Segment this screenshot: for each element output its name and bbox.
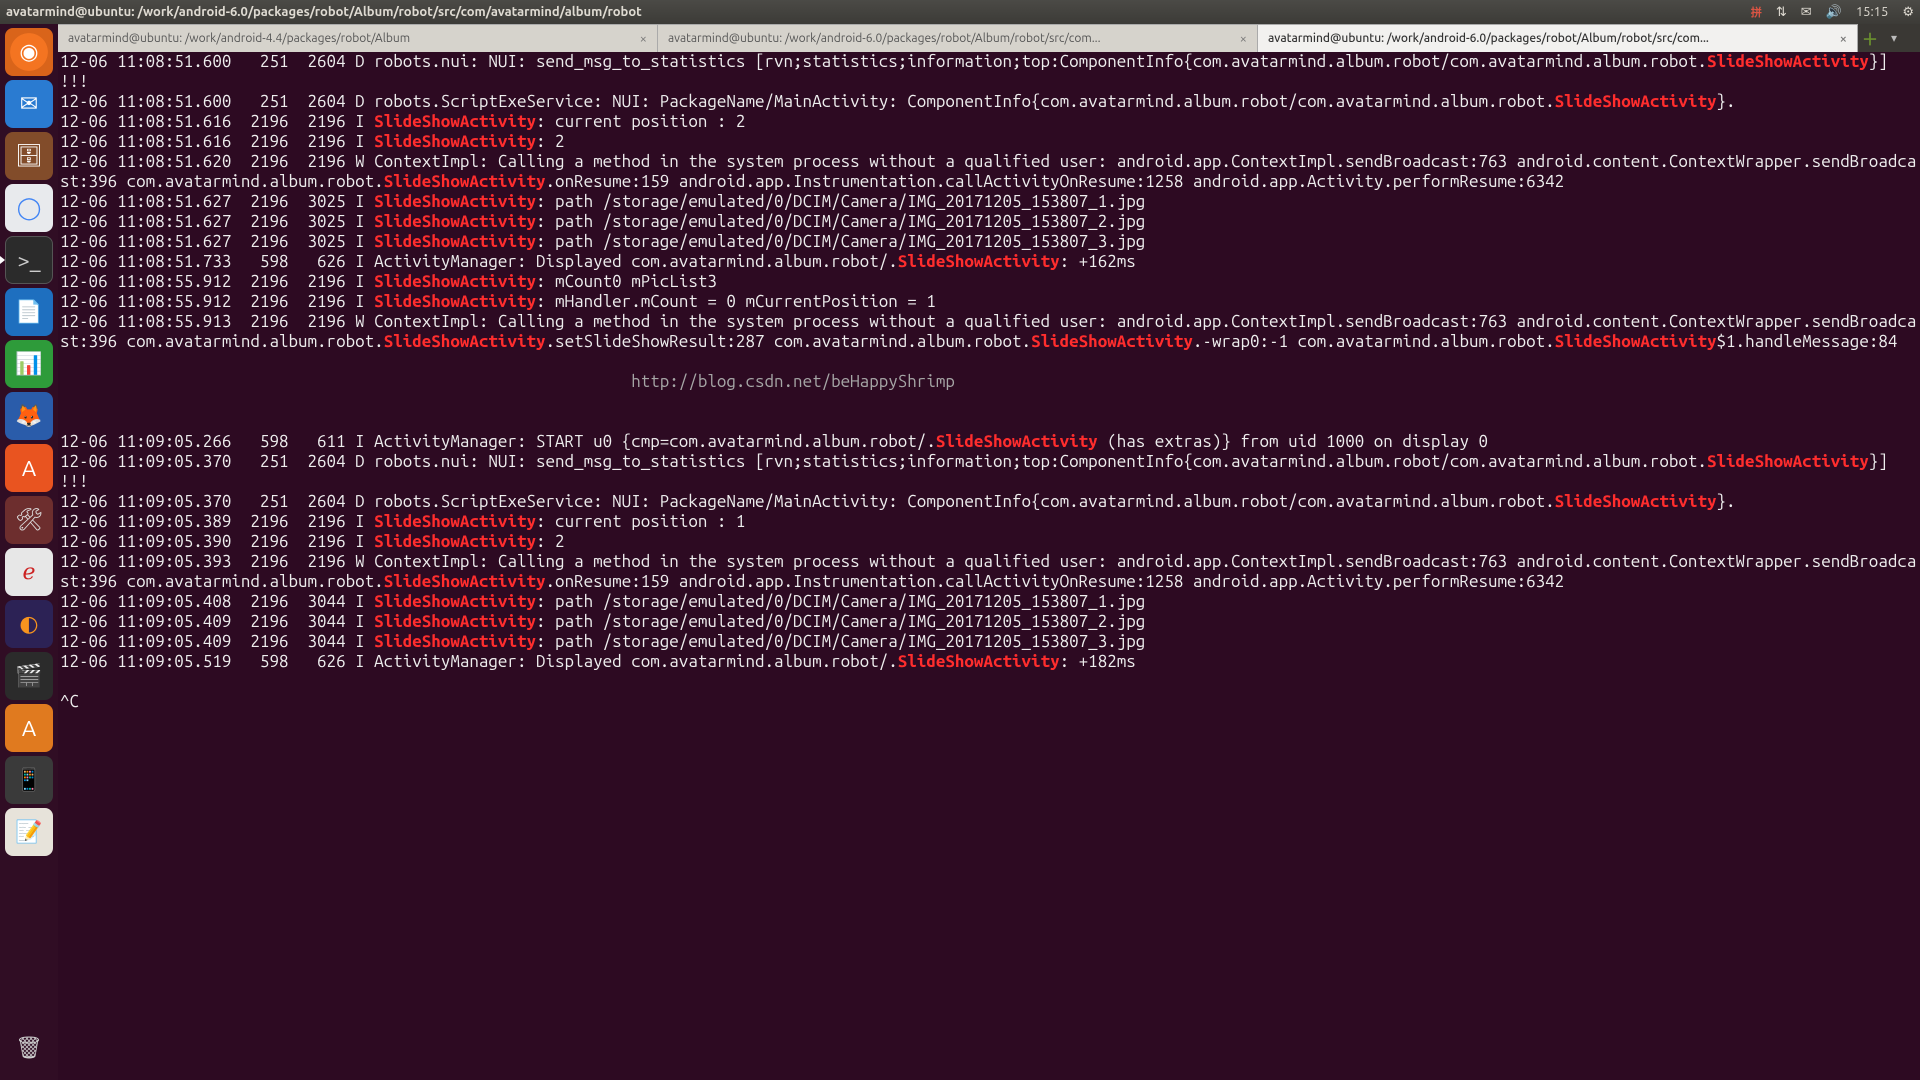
close-icon[interactable]: × <box>1240 32 1247 46</box>
log-line <box>60 392 1918 412</box>
session-icon[interactable]: ⚙ <box>1902 5 1914 20</box>
tab-menu-button[interactable]: ▾ <box>1882 24 1906 52</box>
log-line <box>60 352 1918 372</box>
add-tab-button[interactable]: ＋ <box>1858 24 1882 52</box>
log-line: 12-06 11:08:55.912 2196 2196 I SlideShow… <box>60 292 1918 312</box>
tab-label: avatarmind@ubuntu: /work/android-4.4/pac… <box>68 32 632 45</box>
log-line: 12-06 11:09:05.266 598 611 I ActivityMan… <box>60 432 1918 452</box>
terminal-output[interactable]: 12-06 11:08:51.600 251 2604 D robots.nui… <box>58 52 1920 1080</box>
files-icon[interactable]: 🗄 <box>5 132 53 180</box>
terminal-tab-bar: avatarmind@ubuntu: /work/android-4.4/pac… <box>58 24 1920 52</box>
tab-label: avatarmind@ubuntu: /work/android-6.0/pac… <box>1268 32 1832 45</box>
log-line: 12-06 11:09:05.390 2196 2196 I SlideShow… <box>60 532 1918 552</box>
log-line: 12-06 11:08:55.912 2196 2196 I SlideShow… <box>60 272 1918 292</box>
log-line: 12-06 11:09:05.370 251 2604 D robots.nui… <box>60 452 1918 492</box>
log-line: 12-06 11:09:05.409 2196 3044 I SlideShow… <box>60 632 1918 652</box>
network-icon[interactable]: ⇅ <box>1776 5 1787 20</box>
tab-label: avatarmind@ubuntu: /work/android-6.0/pac… <box>668 32 1232 45</box>
log-line: 12-06 11:08:51.600 251 2604 D robots.Scr… <box>60 92 1918 112</box>
log-line: 12-06 11:08:51.627 2196 3025 I SlideShow… <box>60 232 1918 252</box>
mail-icon[interactable]: ✉ <box>1801 5 1812 20</box>
thunderbird-icon[interactable]: ✉ <box>5 80 53 128</box>
volume-icon[interactable]: 🔊 <box>1826 5 1842 20</box>
unity-launcher: ◉ ✉ 🗄 ◯ >_ 📄 📊 🦊 A 🛠 ℯ ◐ 🎬 A 📱 📝 🗑 <box>0 24 58 1080</box>
calc-icon[interactable]: 📊 <box>5 340 53 388</box>
evince-icon[interactable]: ℯ <box>5 548 53 596</box>
log-line: http://blog.csdn.net/beHappyShrimp <box>60 372 1918 392</box>
log-line: 12-06 11:09:05.408 2196 3044 I SlideShow… <box>60 592 1918 612</box>
log-line: ^C <box>60 692 1918 712</box>
writer-icon[interactable]: 📄 <box>5 288 53 336</box>
video-icon[interactable]: 🎬 <box>5 652 53 700</box>
window-title: avatarmind@ubuntu: /work/android-6.0/pac… <box>6 5 1751 19</box>
log-line: 12-06 11:08:51.600 251 2604 D robots.nui… <box>60 52 1918 92</box>
terminal-tab-3[interactable]: avatarmind@ubuntu: /work/android-6.0/pac… <box>1258 24 1858 52</box>
close-icon[interactable]: × <box>1840 32 1847 46</box>
clock[interactable]: 15:15 <box>1856 5 1889 19</box>
phone-icon[interactable]: 📱 <box>5 756 53 804</box>
log-line: 12-06 11:08:55.913 2196 2196 W ContextIm… <box>60 312 1918 352</box>
log-line: 12-06 11:08:51.627 2196 3025 I SlideShow… <box>60 212 1918 232</box>
settings-icon[interactable]: 🛠 <box>5 496 53 544</box>
top-panel: avatarmind@ubuntu: /work/android-6.0/pac… <box>0 0 1920 24</box>
log-line: 12-06 11:09:05.393 2196 2196 W ContextIm… <box>60 552 1918 592</box>
software-center-icon[interactable]: A <box>5 444 53 492</box>
terminal-tab-1[interactable]: avatarmind@ubuntu: /work/android-4.4/pac… <box>58 24 658 52</box>
log-line: 12-06 11:09:05.409 2196 3044 I SlideShow… <box>60 612 1918 632</box>
terminal-icon[interactable]: >_ <box>5 236 53 284</box>
trash-icon[interactable]: 🗑 <box>5 1024 53 1072</box>
log-line: 12-06 11:09:05.519 598 626 I ActivityMan… <box>60 652 1918 672</box>
log-line: 12-06 11:09:05.389 2196 2196 I SlideShow… <box>60 512 1918 532</box>
eclipse-icon[interactable]: ◐ <box>5 600 53 648</box>
log-line <box>60 672 1918 692</box>
firefox-icon[interactable]: 🦊 <box>5 392 53 440</box>
log-line: 12-06 11:08:51.616 2196 2196 I SlideShow… <box>60 112 1918 132</box>
dash-icon[interactable]: ◉ <box>5 28 53 76</box>
ime-indicator[interactable]: 拼 <box>1751 4 1762 20</box>
terminal-tab-2[interactable]: avatarmind@ubuntu: /work/android-6.0/pac… <box>658 24 1258 52</box>
updater-icon[interactable]: A <box>5 704 53 752</box>
log-line: 12-06 11:08:51.620 2196 2196 W ContextIm… <box>60 152 1918 192</box>
log-line: 12-06 11:09:05.370 251 2604 D robots.Scr… <box>60 492 1918 512</box>
close-icon[interactable]: × <box>640 32 647 46</box>
log-line: 12-06 11:08:51.616 2196 2196 I SlideShow… <box>60 132 1918 152</box>
log-line: 12-06 11:08:51.627 2196 3025 I SlideShow… <box>60 192 1918 212</box>
log-line <box>60 412 1918 432</box>
gedit-icon[interactable]: 📝 <box>5 808 53 856</box>
log-line: 12-06 11:08:51.733 598 626 I ActivityMan… <box>60 252 1918 272</box>
chromium-icon[interactable]: ◯ <box>5 184 53 232</box>
